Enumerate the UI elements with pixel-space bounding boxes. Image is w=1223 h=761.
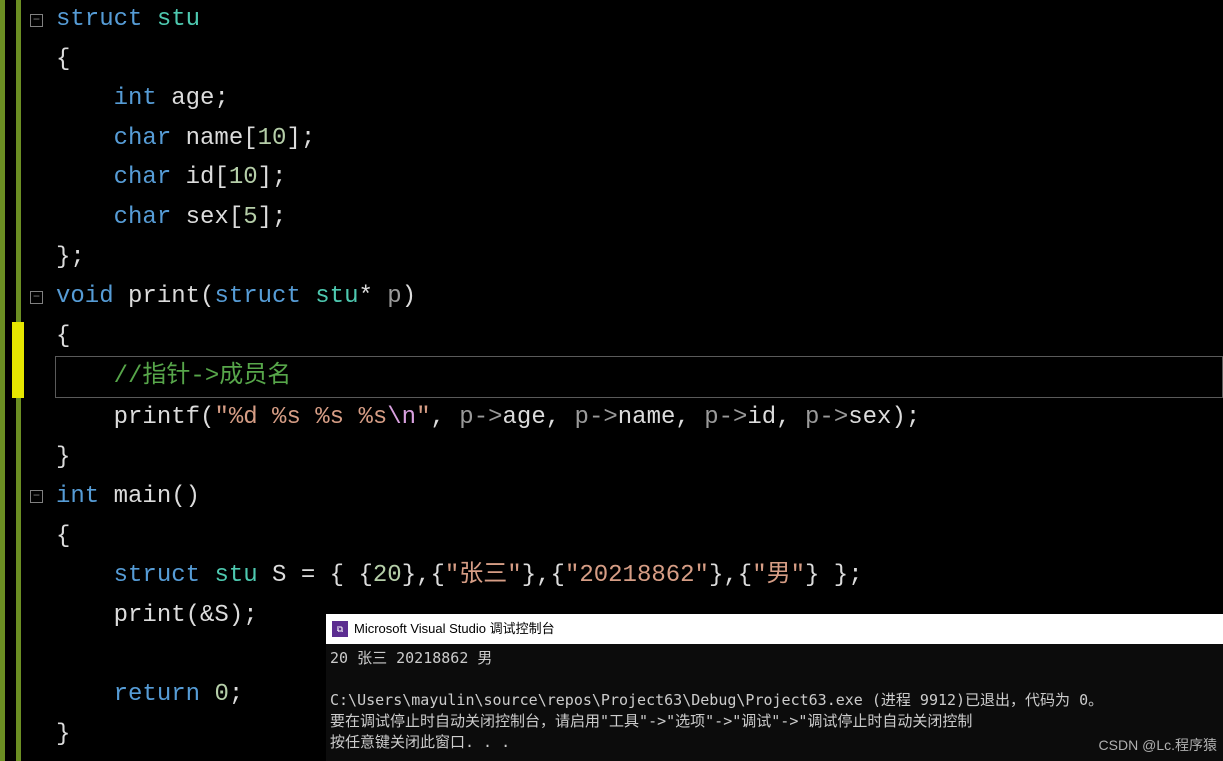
code-line: } xyxy=(56,438,1223,478)
console-title-text: Microsoft Visual Studio 调试控制台 xyxy=(354,620,555,638)
code-line: char sex[5]; xyxy=(56,198,1223,238)
code-line-current: //指针->成员名 xyxy=(55,356,1223,398)
code-line: char id[10]; xyxy=(56,158,1223,198)
code-line: int age; xyxy=(56,79,1223,119)
code-line: printf("%d %s %s %s\n", p->age, p->name,… xyxy=(56,398,1223,438)
code-line: { xyxy=(56,40,1223,80)
code-line: { xyxy=(56,517,1223,557)
vs-icon: ⧉ xyxy=(332,621,348,637)
code-line: char name[10]; xyxy=(56,119,1223,159)
debug-console-window: ⧉ Microsoft Visual Studio 调试控制台 20 张三 20… xyxy=(326,614,1223,761)
code-line: { xyxy=(56,317,1223,357)
code-line: }; xyxy=(56,238,1223,278)
watermark-text: CSDN @Lc.程序猿 xyxy=(1099,734,1217,757)
code-line: int main() xyxy=(56,477,1223,517)
code-line: void print(struct stu* p) xyxy=(56,277,1223,317)
code-line: struct stu xyxy=(56,0,1223,40)
console-titlebar[interactable]: ⧉ Microsoft Visual Studio 调试控制台 xyxy=(326,614,1223,644)
code-line: struct stu S = { {20},{"张三"},{"20218862"… xyxy=(56,556,1223,596)
console-output: 20 张三 20218862 男 C:\Users\mayulin\source… xyxy=(326,644,1223,757)
